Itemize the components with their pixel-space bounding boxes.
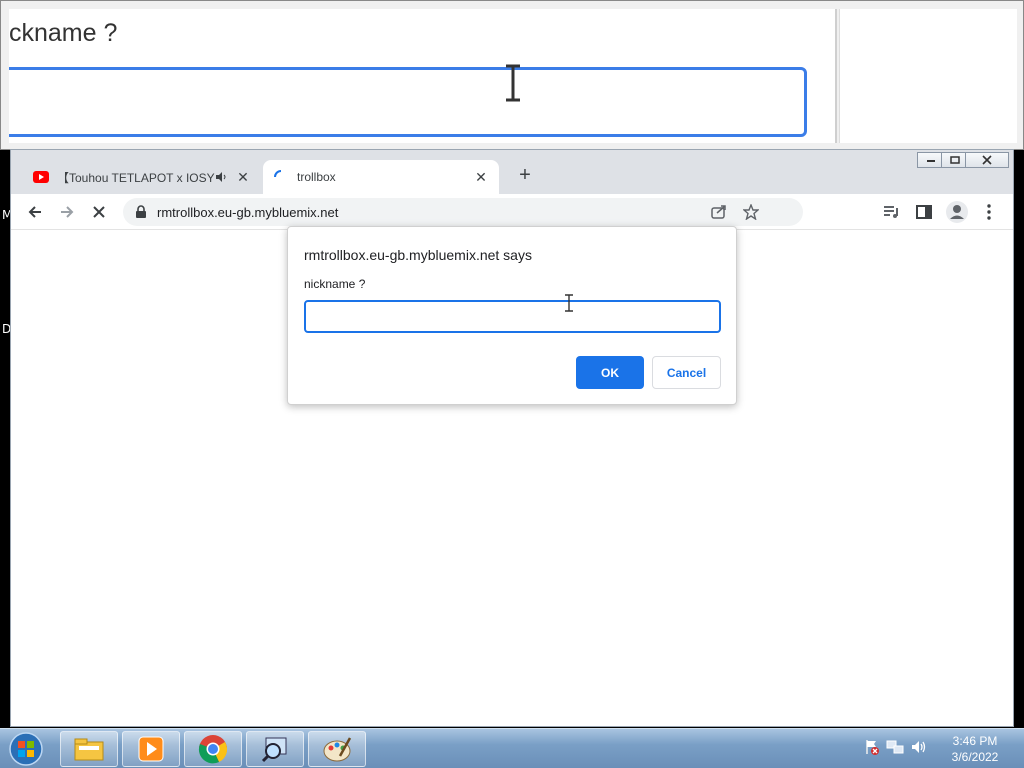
text-cursor-icon <box>506 64 520 102</box>
back-button[interactable] <box>23 200 47 224</box>
speaker-icon[interactable] <box>215 171 229 183</box>
action-center-flag-icon[interactable] <box>864 739 880 755</box>
file-explorer-icon <box>74 738 104 761</box>
browser-toolbar: rmtrollbox.eu-gb.mybluemix.net <box>11 194 1013 230</box>
dialog-title: rmtrollbox.eu-gb.mybluemix.net says <box>304 247 532 263</box>
menu-button[interactable] <box>977 200 1001 224</box>
prompt-dialog: rmtrollbox.eu-gb.mybluemix.net says nick… <box>287 226 737 405</box>
clock-date: 3/6/2022 <box>951 750 999 764</box>
minimize-icon <box>927 160 935 162</box>
system-tray <box>864 739 928 755</box>
stop-icon <box>93 206 105 218</box>
network-icon[interactable] <box>886 739 904 755</box>
magnifier-side-panel <box>839 9 1017 143</box>
media-control-button[interactable] <box>879 200 903 224</box>
media-player-icon <box>138 736 164 762</box>
taskbar-file-explorer[interactable] <box>60 731 118 767</box>
kebab-menu-icon <box>987 204 991 220</box>
browser-titlebar: 【Touhou TETLAPOT x IOSYS】 ✕ trollbox ✕ + <box>11 150 1013 194</box>
lock-icon <box>136 205 146 218</box>
loading-spinner-icon <box>274 170 282 178</box>
taskbar: 3:46 PM 3/6/2022 <box>0 728 1024 768</box>
chrome-icon <box>198 735 228 764</box>
magnifier-icon <box>261 737 287 763</box>
tab-title: trollbox <box>297 170 336 184</box>
ok-button[interactable]: OK <box>576 356 644 389</box>
paint-icon <box>323 737 352 762</box>
start-button[interactable] <box>6 731 46 767</box>
clock-time: 3:46 PM <box>952 734 998 748</box>
tab-trollbox[interactable]: trollbox ✕ <box>263 160 499 194</box>
stop-button[interactable] <box>87 200 111 224</box>
restore-icon <box>950 156 960 164</box>
volume-icon[interactable] <box>910 739 928 755</box>
bookmark-star-icon[interactable] <box>743 204 759 220</box>
cancel-button[interactable]: Cancel <box>652 356 721 389</box>
close-icon <box>982 155 992 165</box>
dialog-message: nickname ? <box>304 277 366 291</box>
close-tab-icon[interactable]: ✕ <box>235 169 251 186</box>
system-clock[interactable]: 3:46 PM 3/6/2022 <box>940 733 1010 765</box>
side-panel-icon <box>916 205 932 219</box>
nickname-input[interactable] <box>304 300 721 333</box>
forward-button[interactable] <box>55 200 79 224</box>
media-queue-icon <box>884 206 898 218</box>
close-tab-icon[interactable]: ✕ <box>473 169 489 186</box>
text-cursor-icon <box>565 294 573 312</box>
new-tab-button[interactable]: + <box>513 164 537 187</box>
taskbar-chrome[interactable] <box>184 731 242 767</box>
profile-button[interactable] <box>945 200 969 224</box>
address-bar[interactable]: rmtrollbox.eu-gb.mybluemix.net <box>123 198 803 226</box>
zoomed-input-field <box>9 67 807 137</box>
taskbar-magnifier[interactable] <box>246 731 304 767</box>
taskbar-paint[interactable] <box>308 731 366 767</box>
magnifier-view: ckname ? <box>9 9 837 143</box>
youtube-icon <box>33 171 49 183</box>
forward-arrow-icon <box>61 206 74 218</box>
close-window-button[interactable] <box>965 152 1009 168</box>
tab-title: 【Touhou TETLAPOT x IOSYS】 <box>57 170 215 185</box>
url-text: rmtrollbox.eu-gb.mybluemix.net <box>157 205 339 220</box>
tab-youtube[interactable]: 【Touhou TETLAPOT x IOSYS】 ✕ <box>23 160 261 194</box>
profile-avatar-icon <box>946 201 968 223</box>
share-icon[interactable] <box>711 204 727 220</box>
taskbar-media-player[interactable] <box>122 731 180 767</box>
side-panel-button[interactable] <box>912 200 936 224</box>
back-arrow-icon <box>28 206 41 218</box>
magnifier-window: ckname ? <box>0 0 1024 150</box>
zoomed-prompt-label: ckname ? <box>9 19 118 47</box>
